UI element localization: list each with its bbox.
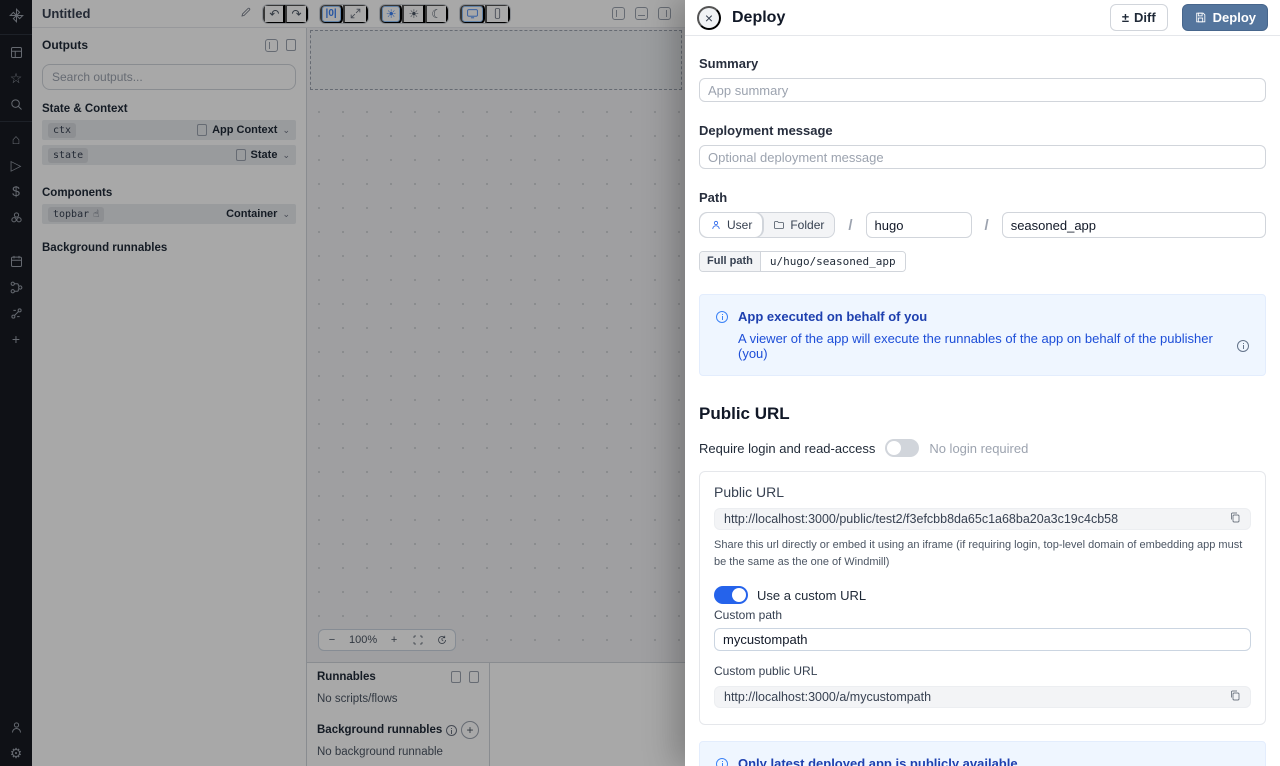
public-url-heading: Public URL [699, 404, 1266, 424]
close-icon[interactable]: × [697, 6, 721, 30]
require-login-toggle[interactable] [885, 439, 919, 457]
copy-icon[interactable] [1229, 511, 1241, 527]
plus-minus-icon: ± [1122, 10, 1129, 25]
deploy-button[interactable]: Deploy [1182, 4, 1268, 31]
custom-url-toggle-label: Use a custom URL [757, 588, 866, 603]
custom-public-url-value: http://localhost:3000/a/mycustompath [724, 690, 1229, 704]
save-icon [1194, 11, 1207, 24]
full-path-badge: Full path u/hugo/seasoned_app [699, 251, 906, 272]
share-hint-text: Share this url directly or embed it usin… [714, 537, 1251, 571]
drawer-title: Deploy [732, 9, 785, 27]
path-separator: / [985, 217, 989, 234]
latest-deploy-infobox: Only latest deployed app is publicly ava… [699, 741, 1266, 766]
custom-path-label: Custom path [714, 608, 1251, 622]
custom-public-url-label: Custom public URL [714, 664, 1251, 678]
custom-public-url-field: http://localhost:3000/a/mycustompath [714, 686, 1251, 708]
infobox-body: A viewer of the app will execute the run… [738, 331, 1231, 361]
owner-kind-toggle: User Folder [699, 212, 835, 238]
deploy-drawer-header: × Deploy ±Diff Deploy [685, 0, 1280, 36]
copy-icon[interactable] [1229, 689, 1241, 705]
folder-icon [773, 219, 785, 231]
infobox-title: App executed on behalf of you [738, 309, 1249, 324]
summary-input[interactable] [699, 78, 1266, 102]
summary-label: Summary [699, 56, 1266, 71]
user-icon [710, 219, 722, 231]
custom-path-input[interactable] [714, 628, 1251, 651]
path-name-input[interactable] [1002, 212, 1266, 238]
full-path-label: Full path [700, 252, 761, 271]
custom-url-toggle[interactable] [714, 586, 748, 604]
public-url-field: http://localhost:3000/public/test2/f3efc… [714, 508, 1251, 530]
app-window: ☆ ⌂ ▷ $ + ⚙ Untitled [0, 0, 1280, 766]
info-icon [716, 311, 728, 323]
info-icon [716, 758, 728, 766]
public-url-label: Public URL [714, 484, 1251, 500]
require-login-state: No login required [929, 441, 1028, 456]
owner-kind-user[interactable]: User [700, 213, 763, 237]
owner-kind-folder[interactable]: Folder [763, 213, 834, 237]
path-owner-input[interactable] [866, 212, 972, 238]
info-icon[interactable] [1237, 340, 1249, 352]
require-login-label: Require login and read-access [699, 441, 875, 456]
path-separator: / [848, 217, 852, 234]
public-url-card: Public URL http://localhost:3000/public/… [699, 471, 1266, 725]
infobox-title: Only latest deployed app is publicly ava… [738, 756, 1139, 766]
path-label: Path [699, 190, 1266, 205]
drawer-backdrop[interactable] [0, 0, 685, 766]
deploy-drawer: × Deploy ±Diff Deploy Summary Deployment… [685, 0, 1280, 766]
deployment-message-label: Deployment message [699, 123, 1266, 138]
full-path-value: u/hugo/seasoned_app [761, 252, 905, 271]
public-url-value: http://localhost:3000/public/test2/f3efc… [724, 512, 1229, 526]
executed-on-behalf-infobox: App executed on behalf of you A viewer o… [699, 294, 1266, 376]
diff-button[interactable]: ±Diff [1110, 4, 1168, 31]
deployment-message-input[interactable] [699, 145, 1266, 169]
